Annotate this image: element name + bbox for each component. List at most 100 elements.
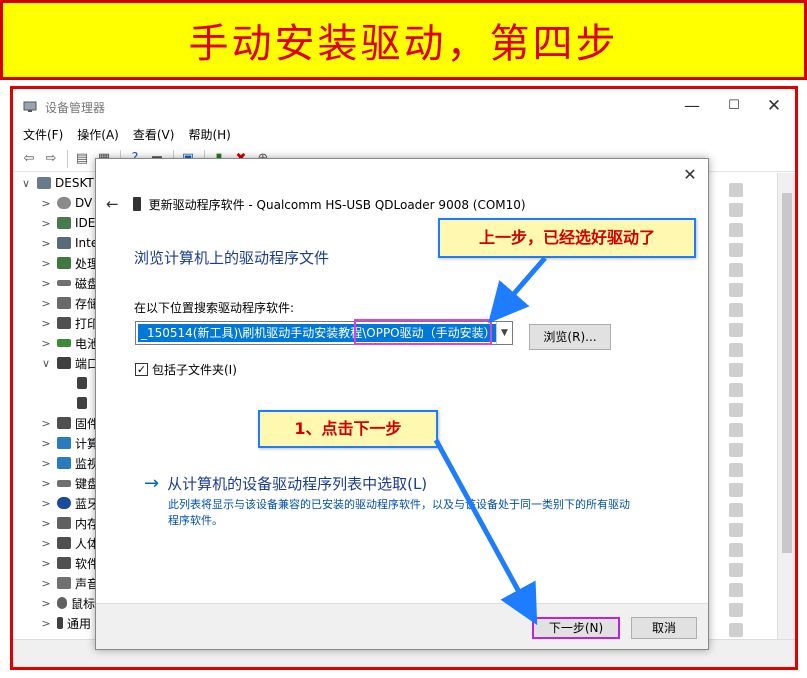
chevron-right-icon[interactable]: > xyxy=(39,237,53,250)
chevron-right-icon[interactable]: > xyxy=(39,337,53,350)
battery-icon xyxy=(57,339,71,347)
tree-item-root[interactable]: ∨ DESKT xyxy=(19,173,94,193)
bluetooth-icon xyxy=(57,497,71,509)
browse-button[interactable]: 浏览(R)... xyxy=(529,324,611,350)
right-panel-icons xyxy=(709,173,775,639)
chevron-right-icon[interactable]: > xyxy=(39,257,53,270)
tree-item-mouse[interactable]: > 鼠标 xyxy=(39,593,95,613)
port-device-icon xyxy=(77,377,87,389)
next-button[interactable]: 下一步(N) xyxy=(532,617,620,639)
tree-item-computer[interactable]: > 计算 xyxy=(39,433,99,453)
dialog-close-button[interactable]: ✕ xyxy=(680,165,700,185)
device-icon xyxy=(729,543,743,557)
close-window-button[interactable]: ✕ xyxy=(759,95,789,117)
port-device-icon xyxy=(77,397,87,409)
tree-item-printer[interactable]: > 打印 xyxy=(39,313,99,333)
port-icon xyxy=(57,357,71,369)
device-icon xyxy=(729,383,743,397)
properties-icon[interactable]: ▤ xyxy=(72,149,92,169)
memory-icon xyxy=(57,517,71,529)
maximize-button[interactable]: ☐ xyxy=(719,95,749,117)
back-arrow-icon[interactable]: ← xyxy=(106,195,119,213)
menu-action[interactable]: 操作(A) xyxy=(77,124,119,146)
tree-item-software[interactable]: > 软件 xyxy=(39,553,99,573)
include-subfolders-checkbox[interactable]: ✓ xyxy=(135,363,148,376)
menu-file[interactable]: 文件(F) xyxy=(23,124,63,146)
device-icon xyxy=(729,503,743,517)
chevron-right-icon[interactable]: > xyxy=(39,617,53,630)
chevron-down-icon[interactable]: ▼ xyxy=(496,322,512,344)
keyboard-icon xyxy=(57,479,71,487)
menu-help[interactable]: 帮助(H) xyxy=(188,124,230,146)
device-icon xyxy=(729,283,743,297)
cancel-button[interactable]: 取消 xyxy=(631,617,697,639)
chevron-right-icon[interactable]: > xyxy=(39,297,53,310)
device-icon xyxy=(729,463,743,477)
chevron-right-icon[interactable]: > xyxy=(39,417,53,430)
back-arrow-icon[interactable]: ⇦ xyxy=(19,149,39,169)
device-tree: ∨ DESKT > DV > IDE > Inte > 处理 > 磁盘 > 存储… xyxy=(13,173,99,639)
chevron-right-icon[interactable]: > xyxy=(39,597,53,610)
tree-item-keyboard[interactable]: > 键盘 xyxy=(39,473,99,493)
chevron-right-icon[interactable]: > xyxy=(39,497,53,510)
chevron-right-icon[interactable]: > xyxy=(39,317,53,330)
chevron-down-icon[interactable]: ∨ xyxy=(19,177,33,190)
tree-item-intel[interactable]: > Inte xyxy=(39,233,98,253)
tree-item-hid[interactable]: > 人体 xyxy=(39,533,99,553)
forward-arrow-icon[interactable]: ⇨ xyxy=(41,149,61,169)
chevron-right-icon[interactable]: > xyxy=(39,457,53,470)
chevron-right-icon[interactable]: > xyxy=(39,217,53,230)
chevron-right-icon[interactable]: > xyxy=(39,557,53,570)
window-title: 设备管理器 xyxy=(45,101,106,115)
tree-item-monitor[interactable]: > 监视 xyxy=(39,453,99,473)
tree-item-port-child[interactable] xyxy=(73,373,91,393)
device-icon xyxy=(729,183,743,197)
tree-item-battery[interactable]: > 电池 xyxy=(39,333,99,353)
chevron-down-icon[interactable]: ∨ xyxy=(39,357,53,370)
tree-item-processor[interactable]: > 处理 xyxy=(39,253,99,273)
tree-item-usb[interactable]: > 通用 xyxy=(39,613,91,633)
banner-title: 手动安装驱动，第四步 xyxy=(188,21,619,67)
menu-view[interactable]: 查看(V) xyxy=(133,124,175,146)
device-icon xyxy=(729,343,743,357)
arrow-right-icon: → xyxy=(144,473,160,494)
tree-item-dvd[interactable]: > DV xyxy=(39,193,92,213)
tree-item-storage[interactable]: > 存储 xyxy=(39,293,99,313)
tree-item-label: 通用 xyxy=(67,616,92,631)
device-icon xyxy=(729,583,743,597)
monitor-icon xyxy=(57,457,71,469)
chevron-right-icon[interactable]: > xyxy=(39,517,53,530)
tree-item-ide[interactable]: > IDE xyxy=(39,213,95,233)
vertical-scrollbar[interactable] xyxy=(777,173,795,639)
chevron-right-icon[interactable]: > xyxy=(39,537,53,550)
tree-item-port-child[interactable] xyxy=(73,393,91,413)
scrollbar-thumb[interactable] xyxy=(782,193,792,553)
tree-item-firmware[interactable]: > 固件 xyxy=(39,413,99,433)
computer-icon xyxy=(57,437,71,449)
device-icon xyxy=(729,423,743,437)
device-icon xyxy=(729,323,743,337)
device-icon xyxy=(729,483,743,497)
device-icon xyxy=(729,303,743,317)
tree-item-ports[interactable]: ∨ 端口 xyxy=(39,353,99,373)
speaker-icon xyxy=(57,577,71,589)
tree-item-disk[interactable]: > 磁盘 xyxy=(39,273,99,293)
tree-item-sound[interactable]: > 声音 xyxy=(39,573,99,593)
ide-controller-icon xyxy=(57,217,71,229)
chevron-right-icon[interactable]: > xyxy=(39,197,53,210)
pick-from-list-link[interactable]: → 从计算机的设备驱动程序列表中选取(L) xyxy=(144,473,427,494)
include-subfolders-row[interactable]: ✓ 包括子文件夹(I) xyxy=(135,361,237,378)
chevron-right-icon[interactable]: > xyxy=(39,437,53,450)
tree-item-memory[interactable]: > 内存 xyxy=(39,513,99,533)
computer-icon xyxy=(37,177,51,189)
chevron-right-icon[interactable]: > xyxy=(39,277,53,290)
device-icon xyxy=(729,263,743,277)
device-manager-titlebar: 设备管理器 — ☐ ✕ xyxy=(13,89,795,123)
minimize-button[interactable]: — xyxy=(677,95,707,117)
pick-from-list-title[interactable]: 从计算机的设备驱动程序列表中选取(L) xyxy=(167,473,427,494)
tree-item-bluetooth[interactable]: > 蓝牙 xyxy=(39,493,99,513)
chevron-right-icon[interactable]: > xyxy=(39,577,53,590)
device-icon xyxy=(729,403,743,417)
chevron-right-icon[interactable]: > xyxy=(39,477,53,490)
processor-icon xyxy=(57,257,71,269)
